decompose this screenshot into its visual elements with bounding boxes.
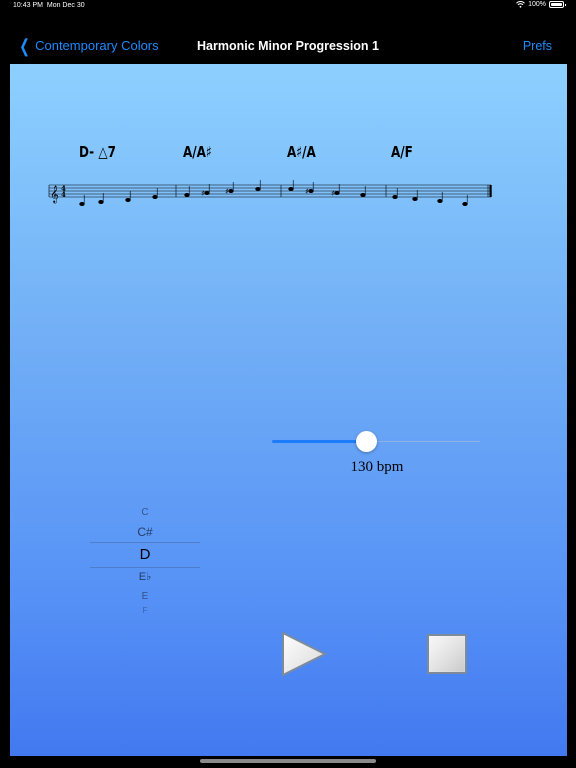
note [392,194,398,199]
status-time: 10:43 PM Mon Dec 30 [13,2,85,9]
slider-track-empty [366,441,480,442]
status-bar: 10:43 PM Mon Dec 30 100% [0,0,576,12]
time-signature-bottom: 4 [61,190,66,199]
music-score: D- △7 A/A♯ A♯/A A/F 𝄞 4 4 ♯ ♯ ♯ ♯ [45,139,505,219]
note [184,192,190,197]
picker-option[interactable]: C [90,507,200,518]
slider-thumb[interactable] [356,431,377,452]
status-indicators: 100% [516,1,566,8]
tempo-label: 130 bpm [350,459,404,475]
tempo-slider[interactable] [272,430,480,454]
sharp-accidental: ♯ [305,187,309,196]
status-time-text: 10:43 PM [13,2,43,9]
picker-divider [90,567,200,568]
stop-button[interactable] [427,634,467,674]
play-button[interactable] [280,630,330,678]
key-picker[interactable]: C C# D E♭ E F [90,504,200,624]
sharp-accidental: ♯ [201,189,205,198]
chord-symbol: A/F [391,143,413,161]
navigation-bar: ❮ Contemporary Colors Harmonic Minor Pro… [0,30,576,62]
note [334,190,340,195]
note [79,201,85,206]
chord-symbol: A♯/A [287,143,316,161]
note [462,201,468,206]
sharp-accidental: ♯ [225,187,229,196]
note [152,194,158,199]
note [255,187,261,192]
note [98,199,104,204]
battery-percent: 100% [528,1,546,8]
slider-track-filled [272,440,366,443]
note [228,189,234,194]
picker-option[interactable]: E♭ [90,570,200,583]
note [308,189,314,194]
note [204,190,210,195]
note [360,192,366,197]
wifi-icon [516,1,525,8]
note [412,196,418,201]
status-date-text: Mon Dec 30 [46,2,85,9]
page-title: Harmonic Minor Progression 1 [197,39,379,53]
home-indicator [200,759,376,763]
sharp-accidental: ♯ [331,189,335,198]
battery-icon [549,1,566,8]
note [437,198,443,203]
treble-clef: 𝄞 [50,185,59,203]
picker-option[interactable]: C# [90,525,200,539]
note [125,197,131,202]
chord-symbol: A/A♯ [183,143,212,161]
chord-symbol: D- △7 [79,143,116,161]
picker-divider [90,542,200,543]
picker-option-selected[interactable]: D [90,546,200,563]
staff-notation: 𝄞 4 4 ♯ ♯ ♯ ♯ [48,180,492,206]
play-icon [282,631,328,677]
picker-option[interactable]: E [90,591,200,602]
main-content: D- △7 A/A♯ A♯/A A/F 𝄞 4 4 ♯ ♯ ♯ ♯ 130 bp… [10,64,567,756]
prefs-button[interactable]: Prefs [523,39,552,53]
note [288,187,294,192]
picker-option[interactable]: F [90,606,200,615]
